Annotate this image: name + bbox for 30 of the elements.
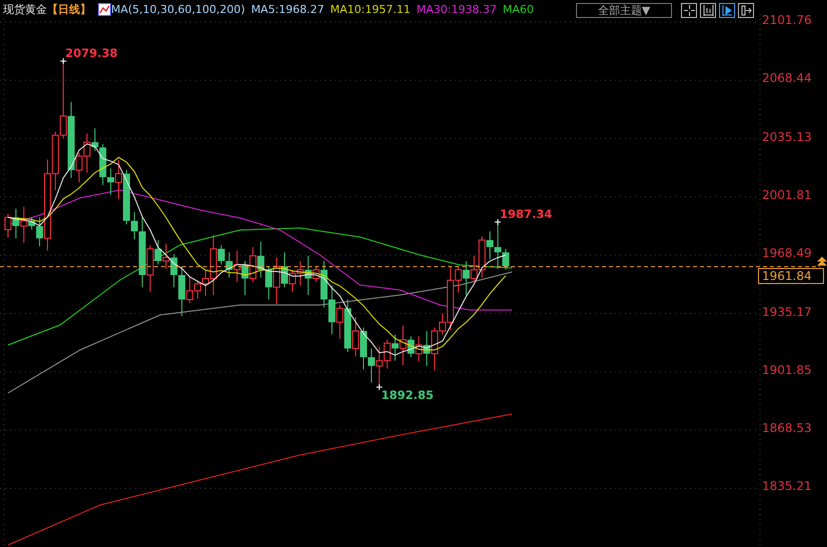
price-pointer-icon [817,256,827,266]
line-chart-icon[interactable] [98,2,111,16]
theme-dropdown[interactable]: 全部主题▼ [576,2,672,18]
crosshair-tool-button[interactable] [681,2,697,18]
price-axis-label: 2068.44 [762,71,812,86]
price-axis-label: 1868.53 [762,421,812,436]
price-axis-label: 1901.85 [762,362,812,377]
price-axis-label: 1935.17 [762,304,812,318]
legend-value: MA5:1968.27 [251,2,324,16]
marker-cross-icon [494,218,502,226]
legend-value: MA30:1938.37 [416,2,497,16]
legend-value: MA10:1957.11 [330,2,410,16]
price-axis-label: 2101.76 [762,13,812,27]
indicator-name[interactable]: MA(5,10,30,60,100,200) [111,2,246,16]
play-tool-button[interactable] [719,2,735,18]
legend-value: MA60 [502,2,534,16]
price-annotation: 1892.85 [381,388,434,402]
price-axis-label: 1835.21 [762,479,812,494]
price-axis-label: 2035.13 [762,130,812,144]
current-price-label: 1961.84 [758,268,824,284]
exit-tool-button[interactable] [738,2,754,18]
price-annotation: 1987.34 [500,207,552,221]
period-label[interactable]: 【日线】 [47,2,91,16]
range-tool-button[interactable] [700,2,716,18]
price-axis-label: 1968.49 [762,246,812,260]
price-annotation: 2079.38 [65,46,118,60]
instrument-name: 现货黄金 [3,2,47,16]
marker-cross-icon [376,384,383,391]
price-axis-label: 2001.81 [762,188,812,202]
marker-cross-icon [60,58,67,65]
